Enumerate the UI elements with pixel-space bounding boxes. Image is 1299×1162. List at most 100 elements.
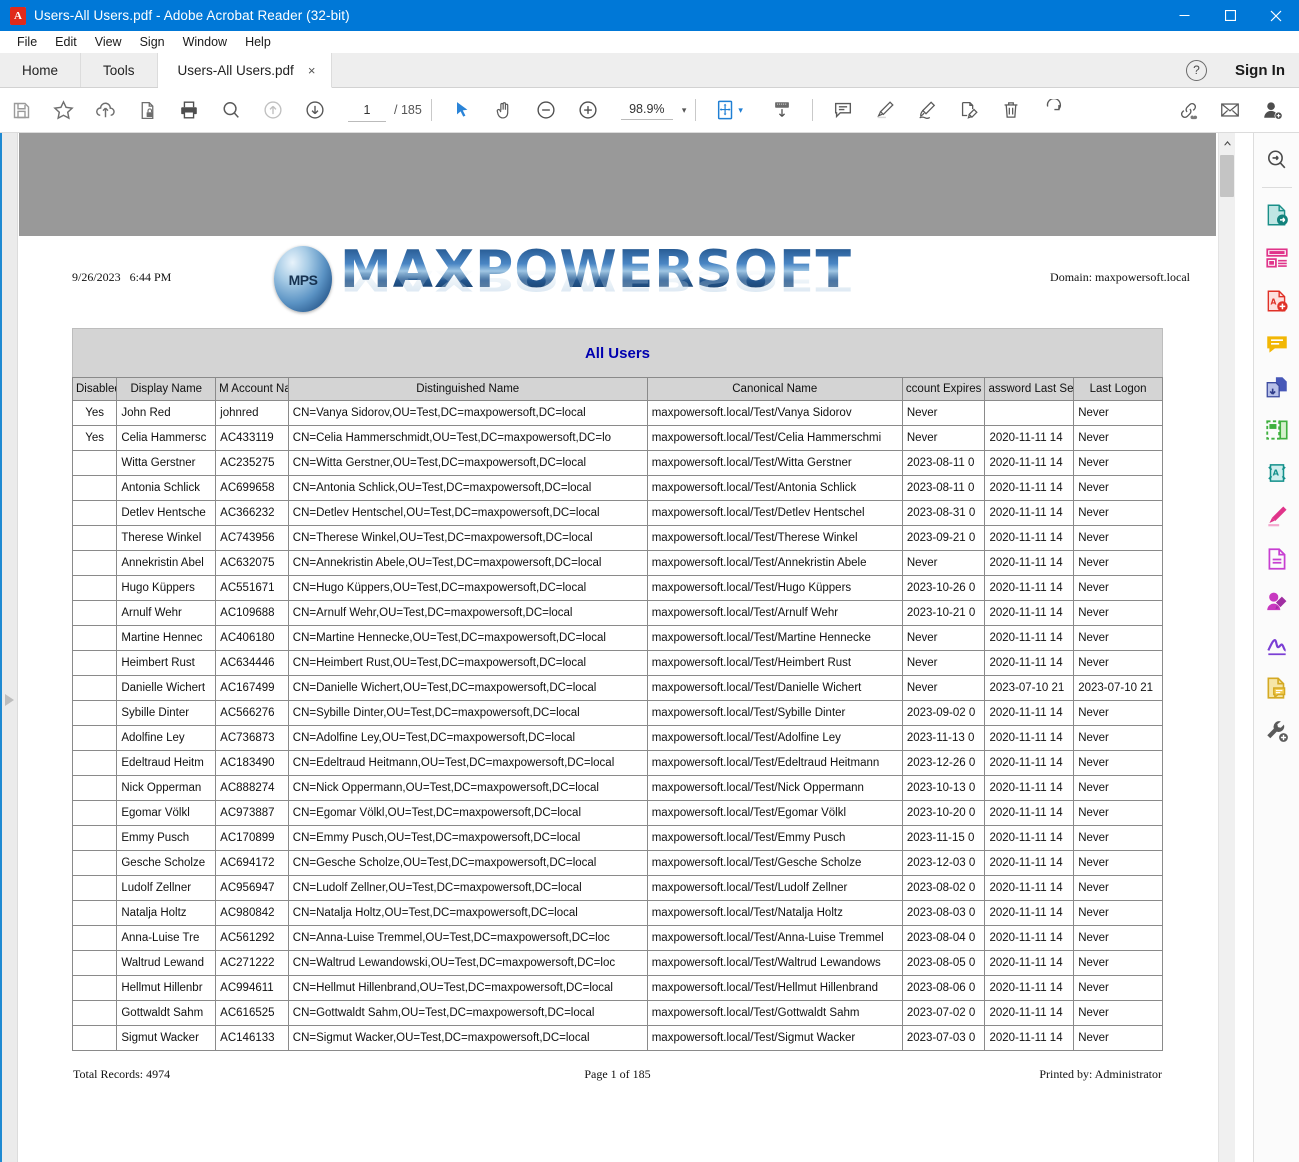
star-icon[interactable] — [42, 88, 84, 132]
column-header-account-name[interactable]: M Account Na — [215, 377, 289, 401]
cell-distinguished-name: CN=Sigmut Wacker,OU=Test,DC=maxpowersoft… — [287, 1025, 648, 1051]
previous-page-icon[interactable] — [252, 88, 294, 132]
zoom-in-icon[interactable] — [567, 88, 609, 132]
menu-help[interactable]: Help — [236, 33, 280, 51]
scroll-mode-icon[interactable] — [761, 88, 803, 132]
crop-pages-icon[interactable] — [1260, 412, 1294, 448]
cell-distinguished-name: CN=Celia Hammerschmidt,OU=Test,DC=maxpow… — [287, 425, 648, 451]
cell-distinguished-name: CN=Detlev Hentschel,OU=Test,DC=maxpowers… — [287, 500, 648, 526]
scroll-up-arrow-icon[interactable] — [1219, 135, 1235, 151]
cell-account-expires: 2023-10-21 0 — [901, 600, 986, 626]
zoom-out-icon[interactable] — [525, 88, 567, 132]
help-icon[interactable]: ? — [1186, 59, 1207, 81]
scrollbar-thumb[interactable] — [1220, 155, 1234, 197]
cell-account-expires: 2023-08-06 0 — [901, 975, 986, 1001]
cell-account-name: AC634446 — [215, 650, 289, 676]
rotate-icon[interactable] — [1032, 88, 1074, 132]
table-row: Heimbert Rust AC634446 CN=Heimbert Rust,OU… — [71, 650, 1163, 676]
organize-pages-icon[interactable] — [1260, 240, 1294, 276]
next-page-icon[interactable] — [294, 88, 336, 132]
tab-home[interactable]: Home — [0, 53, 82, 87]
tab-tools[interactable]: Tools — [81, 53, 158, 87]
column-header-distinguished-name[interactable]: Distinguished Name — [287, 377, 648, 401]
select-cursor-icon[interactable] — [441, 88, 483, 132]
cell-account-name: johnred — [215, 400, 289, 426]
cell-account-name: AC632075 — [215, 550, 289, 576]
window-controls — [1161, 0, 1299, 31]
comment-tool-icon[interactable] — [1260, 326, 1294, 362]
stamp-icon[interactable] — [1260, 670, 1294, 706]
menu-view[interactable]: View — [86, 33, 131, 51]
sign-in-button[interactable]: Sign In — [1235, 62, 1285, 79]
close-button[interactable] — [1253, 0, 1299, 31]
column-header-display-name[interactable]: Display Name — [116, 377, 217, 401]
cell-account-expires: 2023-08-04 0 — [901, 925, 986, 951]
sign-icon[interactable] — [906, 88, 948, 132]
share-link-icon[interactable] — [1167, 88, 1209, 132]
cell-display-name: Anna-Luise Tre — [116, 925, 217, 951]
column-header-password-last-set[interactable]: assword Last Se — [984, 377, 1075, 401]
upload-cloud-icon[interactable] — [84, 88, 126, 132]
email-icon[interactable] — [1209, 88, 1251, 132]
maximize-button[interactable] — [1207, 0, 1253, 31]
more-tools-icon[interactable] — [1260, 713, 1294, 749]
column-header-last-logon[interactable]: Last Logon — [1073, 377, 1163, 401]
search-document-icon[interactable] — [1260, 141, 1294, 177]
page-tool-icon[interactable] — [1260, 541, 1294, 577]
page-number-input[interactable] — [348, 98, 386, 122]
column-header-account-expires[interactable]: ccount Expires — [901, 377, 986, 401]
cell-password-last-set: 2020-11-11 14 — [984, 975, 1075, 1001]
pdf-viewport[interactable]: 9/26/2023 6:44 PM MAXPOWERSOFT MAXPOWERSO… — [19, 133, 1216, 1162]
highlight-tool-icon[interactable] — [1260, 498, 1294, 534]
tab-document[interactable]: Users-All Users.pdf × — [157, 53, 333, 88]
column-header-canonical-name[interactable]: Canonical Name — [646, 377, 903, 401]
search-icon[interactable] — [210, 88, 252, 132]
compress-pdf-icon[interactable]: A — [1260, 455, 1294, 491]
cell-distinguished-name: CN=Witta Gerstner,OU=Test,DC=maxpowersof… — [287, 450, 648, 476]
redact-icon[interactable] — [1260, 584, 1294, 620]
table-row: Adolfine Ley AC736873 CN=Adolfine Ley,OU=T… — [71, 725, 1163, 751]
highlight-icon[interactable] — [864, 88, 906, 132]
hand-icon[interactable] — [483, 88, 525, 132]
menu-window[interactable]: Window — [174, 33, 236, 51]
chevron-down-icon[interactable]: ▾ — [682, 105, 687, 116]
cell-last-logon: Never — [1073, 650, 1163, 676]
create-pdf-icon[interactable]: A — [1260, 283, 1294, 319]
minimize-button[interactable] — [1161, 0, 1207, 31]
table-row: Egomar Völkl AC973887 CN=Egomar Völkl,OU=T… — [71, 800, 1163, 826]
vertical-scrollbar[interactable] — [1218, 133, 1235, 1162]
cell-last-logon: Never — [1073, 600, 1163, 626]
expand-panel-arrow-icon[interactable] — [4, 693, 15, 712]
cell-display-name: Martine Hennec — [116, 625, 217, 651]
svg-text:A: A — [1270, 297, 1276, 306]
delete-icon[interactable] — [990, 88, 1032, 132]
cell-account-expires: 2023-08-03 0 — [901, 900, 986, 926]
cell-last-logon: Never — [1073, 925, 1163, 951]
fill-sign-tool-icon[interactable] — [1260, 627, 1294, 663]
cell-account-expires: 2023-08-11 0 — [901, 475, 986, 501]
column-header-disabled[interactable]: Disabled — [71, 377, 118, 401]
cell-display-name: Detlev Hentsche — [116, 500, 217, 526]
cell-disabled — [71, 700, 118, 726]
comment-icon[interactable] — [822, 88, 864, 132]
cell-canonical-name: maxpowersoft.local/Test/Therese Winkel — [646, 525, 903, 551]
zoom-control[interactable]: 98.9% ▾ — [620, 100, 687, 120]
combine-files-icon[interactable] — [1260, 369, 1294, 405]
cell-canonical-name: maxpowersoft.local/Test/Anna-Luise Tremm… — [646, 925, 903, 951]
protect-file-icon[interactable] — [126, 88, 168, 132]
fill-sign-icon[interactable] — [948, 88, 990, 132]
cell-distinguished-name: CN=Arnulf Wehr,OU=Test,DC=maxpowersoft,D… — [287, 600, 648, 626]
cell-last-logon: Never — [1073, 450, 1163, 476]
cell-display-name: Hellmut Hillenbr — [116, 975, 217, 1001]
add-person-icon[interactable] — [1251, 88, 1293, 132]
menu-edit[interactable]: Edit — [46, 33, 86, 51]
export-pdf-icon[interactable] — [1260, 197, 1294, 233]
page-fit-caret-icon[interactable]: ▾ — [738, 105, 743, 116]
close-icon[interactable]: × — [308, 63, 316, 78]
menu-sign[interactable]: Sign — [131, 33, 174, 51]
save-icon[interactable] — [0, 88, 42, 132]
zoom-level-value[interactable]: 98.9% — [620, 100, 673, 120]
print-icon[interactable] — [168, 88, 210, 132]
menu-file[interactable]: File — [8, 33, 46, 51]
cell-disabled — [71, 625, 118, 651]
